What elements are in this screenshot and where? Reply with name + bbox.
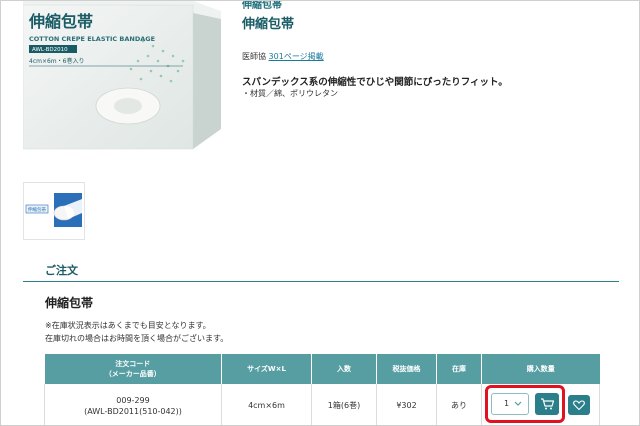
maker-code: (AWL-BD2011(510-042)) [84,406,182,416]
cart-icon [541,398,555,410]
product-title: 伸縮包帯 [242,17,295,32]
col-order-code-label: 注文コード [115,360,151,368]
cell-order-code: 009-299 (AWL-BD2011(510-042)) [44,384,222,425]
product-image[interactable]: 伸縮包帯 COTTON CREPE ELASTIC BANDAGE AWL-BD… [22,1,223,151]
svg-text:伸縮包帯: 伸縮包帯 [28,12,93,31]
add-to-cart-button[interactable] [535,393,559,415]
col-quantity: 入数 [311,354,377,384]
add-to-favorites-button[interactable] [568,395,590,415]
catalog-page-link[interactable]: 301ページ掲載 [269,52,324,61]
product-material: ・材質／綿、ポリウレタン [242,89,338,98]
catalog-reference: 医師協 301ページ掲載 [242,51,324,62]
page-frame: 伸縮包帯 COTTON CREPE ELASTIC BANDAGE AWL-BD… [0,0,640,426]
stock-note-2: 在庫切れの場合はお時間を頂く場合がございます。 [45,334,229,343]
svg-text:伸縮包帯: 伸縮包帯 [28,206,46,213]
order-product-name: 伸縮包帯 [45,296,94,310]
cell-price: ¥302 [376,384,437,425]
col-price: 税抜価格 [376,354,437,384]
col-stock: 在庫 [436,354,482,384]
product-headline: スパンデックス系の伸縮性でひじや関節にぴったりフィット。 [242,77,508,88]
cell-size: 4cm×6m [221,384,312,425]
col-size: サイズW×L [221,354,312,384]
quantity-value: 1 [504,399,510,408]
svg-text:4cm×6m・6巻入り: 4cm×6m・6巻入り [29,57,84,65]
chevron-down-icon [514,398,522,412]
order-code: 009-299 [116,395,150,405]
category-label: 伸縮包帯 [242,0,282,11]
col-purchase-qty: 購入数量 [481,354,600,384]
product-thumbnail[interactable]: 伸縮包帯 [23,182,85,240]
svg-text:COTTON CREPE ELASTIC BANDAGE: COTTON CREPE ELASTIC BANDAGE [29,35,155,43]
catalog-prefix: 医師協 [242,52,266,61]
order-section-title: ご注文 [45,264,78,277]
col-order-code: 注文コード （メーカー品番） [44,354,222,384]
svg-text:AWL-BD2010: AWL-BD2010 [32,47,68,53]
cell-quantity: 1箱(6巻) [311,384,377,425]
quantity-select[interactable]: 1 [491,393,529,415]
stock-note: ※在庫状況表示はあくまでも目安となります。 [45,321,211,330]
order-table-header: 注文コード （メーカー品番） サイズW×L 入数 税抜価格 在庫 購入数量 [44,354,600,384]
cell-stock: あり [436,384,482,425]
col-order-code-sub: （メーカー品番） [104,370,161,378]
heart-icon [573,400,585,411]
order-divider [23,281,619,282]
